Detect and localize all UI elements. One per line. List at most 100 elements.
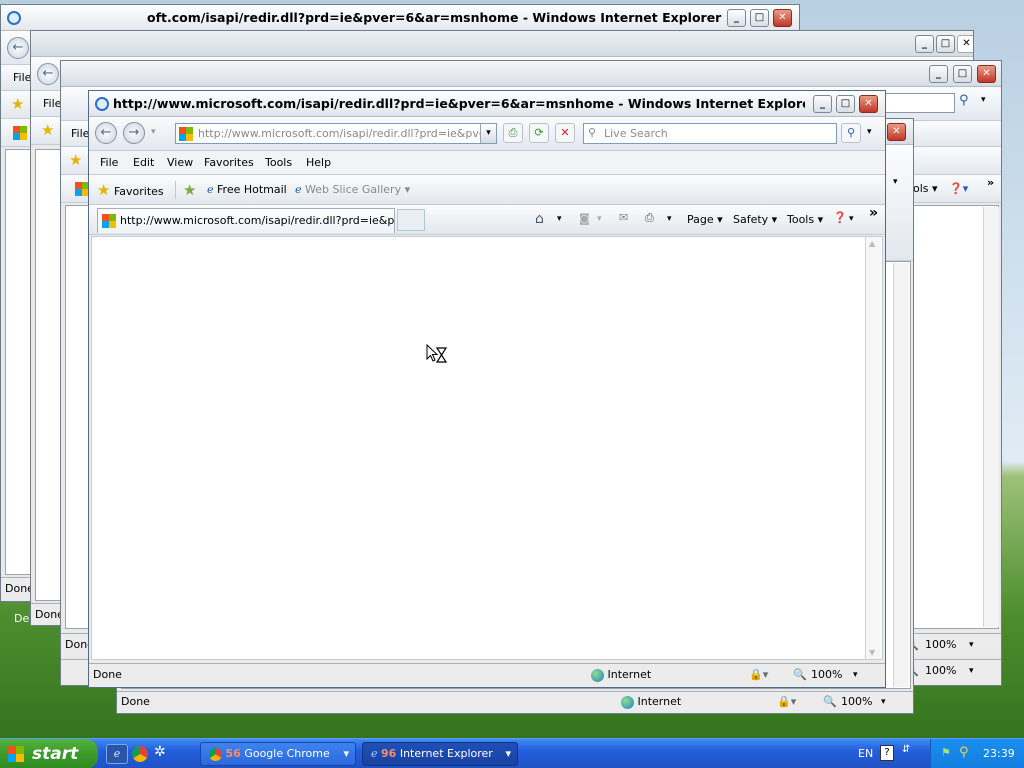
zoom-chevron-icon[interactable]: ▾ bbox=[881, 692, 886, 712]
start-button[interactable]: start bbox=[0, 739, 98, 768]
protected-mode-icon[interactable]: 🔒▾ bbox=[749, 664, 768, 686]
home-icon[interactable] bbox=[75, 182, 89, 196]
favorites-button[interactable]: ★ Favorites bbox=[97, 175, 164, 207]
address-text[interactable]: http://www.microsoft.com/isapi/redir.dll… bbox=[198, 127, 496, 140]
menu-file[interactable]: File bbox=[71, 121, 89, 147]
add-to-favorites-bar-icon[interactable]: ★ bbox=[183, 175, 196, 205]
zoom-level[interactable]: 100% bbox=[925, 660, 956, 682]
menu-file[interactable]: File bbox=[43, 91, 61, 117]
scroll-up-icon[interactable]: ▲ bbox=[869, 239, 875, 248]
refresh-icon[interactable]: ⟳ bbox=[529, 123, 549, 143]
back-icon[interactable]: ← bbox=[7, 37, 29, 59]
search-icon[interactable]: ⚲ bbox=[841, 123, 861, 143]
minimize-button[interactable]: _ bbox=[813, 95, 832, 113]
maximize-button[interactable]: □ bbox=[750, 9, 769, 27]
more-commands-icon[interactable]: » bbox=[869, 205, 878, 221]
vertical-scrollbar[interactable] bbox=[983, 207, 999, 627]
feeds-icon[interactable]: ◙ bbox=[579, 212, 590, 225]
clock[interactable]: 23:39 bbox=[983, 747, 1015, 760]
search-icon[interactable]: ⚲ bbox=[959, 93, 969, 108]
vertical-scrollbar[interactable]: ▲ ▼ bbox=[865, 237, 881, 659]
chevron-down-icon[interactable]: ▾ bbox=[893, 177, 898, 187]
back-icon[interactable]: ← bbox=[37, 63, 59, 85]
fav-link-hotmail[interactable]: ℯ Free Hotmail bbox=[207, 175, 287, 205]
zoom-icon[interactable]: 🔍 bbox=[793, 664, 807, 686]
quicklaunch-ie-icon[interactable]: ℯ bbox=[106, 744, 128, 764]
vertical-scrollbar[interactable] bbox=[893, 263, 909, 687]
more-commands-icon[interactable]: » bbox=[987, 169, 994, 197]
maximize-button[interactable]: □ bbox=[953, 65, 972, 83]
tools-menu[interactable]: Tools ▾ bbox=[787, 213, 823, 226]
menu-file[interactable]: File bbox=[13, 65, 31, 91]
favorites-star-icon[interactable]: ★ bbox=[41, 121, 54, 139]
language-help-icon[interactable]: ? bbox=[880, 745, 894, 761]
feeds-chevron-icon[interactable]: ▾ bbox=[597, 214, 602, 224]
zoom-icon[interactable]: 🔍 bbox=[823, 692, 837, 712]
page-menu[interactable]: Page ▾ bbox=[687, 213, 723, 226]
print-chevron-icon[interactable]: ▾ bbox=[667, 214, 672, 224]
tab-active[interactable]: http://www.microsoft.com/isapi/redir.dll… bbox=[97, 208, 395, 233]
minimize-button[interactable]: _ bbox=[915, 35, 934, 53]
zoom-chevron-icon[interactable]: ▾ bbox=[853, 664, 858, 686]
favorites-star-icon[interactable]: ★ bbox=[69, 151, 82, 169]
favorites-star-icon[interactable]: ★ bbox=[11, 95, 24, 113]
tools-menu-fragment[interactable]: ols ▾ bbox=[913, 175, 938, 203]
menu-view[interactable]: View bbox=[167, 151, 193, 175]
search-options-chevron-icon[interactable]: ▾ bbox=[981, 95, 986, 105]
language-options-icon[interactable]: ⇵ bbox=[902, 744, 910, 755]
menu-edit[interactable]: Edit bbox=[133, 151, 154, 175]
menu-tools[interactable]: Tools bbox=[265, 151, 292, 175]
minimize-button[interactable]: _ bbox=[929, 65, 948, 83]
print-icon[interactable]: ⎙ bbox=[645, 211, 654, 225]
help-icon[interactable]: ❓▾ bbox=[949, 175, 968, 203]
menu-favorites[interactable]: Favorites bbox=[204, 151, 254, 175]
protected-mode-icon[interactable]: 🔒▾ bbox=[777, 692, 796, 712]
address-dropdown-chevron-icon[interactable]: ▾ bbox=[480, 124, 496, 143]
new-tab-button[interactable] bbox=[397, 209, 425, 231]
taskbar-chrome-group[interactable]: 56 Google Chrome ▾ bbox=[200, 742, 356, 766]
zoom-chevron-icon[interactable]: ▾ bbox=[969, 634, 974, 656]
help-chevron-icon[interactable]: ▾ bbox=[849, 214, 854, 224]
minimize-button[interactable]: _ bbox=[727, 9, 746, 27]
zoom-level[interactable]: 100% bbox=[811, 664, 842, 686]
forward-icon[interactable]: → bbox=[123, 122, 145, 144]
close-button[interactable]: ✕ bbox=[957, 35, 973, 53]
fav-link-web-slice-gallery[interactable]: ℯ Web Slice Gallery ▾ bbox=[295, 175, 410, 205]
quicklaunch-chrome-icon[interactable] bbox=[132, 746, 148, 762]
search-options-chevron-icon[interactable]: ▾ bbox=[867, 127, 872, 137]
close-button[interactable]: ✕ bbox=[977, 65, 996, 83]
ie-window-front[interactable]: http://www.microsoft.com/isapi/redir.dll… bbox=[88, 90, 886, 688]
home-chevron-icon[interactable]: ▾ bbox=[557, 214, 562, 224]
recent-pages-chevron-icon[interactable]: ▾ bbox=[151, 127, 156, 137]
home-icon[interactable]: ⌂ bbox=[535, 211, 544, 227]
maximize-button[interactable]: □ bbox=[936, 35, 955, 53]
stop-icon[interactable]: ✕ bbox=[555, 123, 575, 143]
mail-icon[interactable]: ✉ bbox=[619, 211, 628, 224]
search-input[interactable] bbox=[881, 93, 955, 113]
close-button[interactable]: ✕ bbox=[773, 9, 792, 27]
taskbar-ie-group[interactable]: ℯ 96 Internet Explorer ▾ bbox=[362, 742, 518, 766]
zoom-chevron-icon[interactable]: ▾ bbox=[969, 660, 974, 682]
zoom-level[interactable]: 100% bbox=[841, 692, 872, 712]
compatibility-view-icon[interactable]: ⎙ bbox=[503, 123, 523, 143]
zoom-level[interactable]: 100% bbox=[925, 634, 956, 656]
security-zone[interactable]: Internet bbox=[621, 692, 681, 712]
scroll-down-icon[interactable]: ▼ bbox=[869, 648, 875, 657]
tray-network-icon[interactable]: ⚑ bbox=[941, 746, 951, 759]
tray-search-icon[interactable]: ⚲ bbox=[959, 745, 969, 760]
maximize-button[interactable]: □ bbox=[836, 95, 855, 113]
close-button[interactable]: ✕ bbox=[859, 95, 878, 113]
close-button[interactable]: ✕ bbox=[887, 123, 906, 141]
desktop-icon-label[interactable]: De bbox=[14, 612, 29, 625]
page-content[interactable] bbox=[91, 236, 883, 660]
quicklaunch-app-icon[interactable]: ✲ bbox=[154, 744, 166, 760]
back-icon[interactable]: ← bbox=[95, 122, 117, 144]
security-zone[interactable]: Internet bbox=[591, 664, 651, 686]
language-indicator[interactable]: EN bbox=[858, 747, 873, 760]
menu-help[interactable]: Help bbox=[306, 151, 331, 175]
menu-file[interactable]: File bbox=[100, 151, 118, 175]
address-field[interactable]: http://www.microsoft.com/isapi/redir.dll… bbox=[175, 123, 497, 144]
safety-menu[interactable]: Safety ▾ bbox=[733, 213, 777, 226]
search-field[interactable]: ⚲ Live Search bbox=[583, 123, 837, 144]
help-icon[interactable]: ❓ bbox=[833, 211, 847, 224]
